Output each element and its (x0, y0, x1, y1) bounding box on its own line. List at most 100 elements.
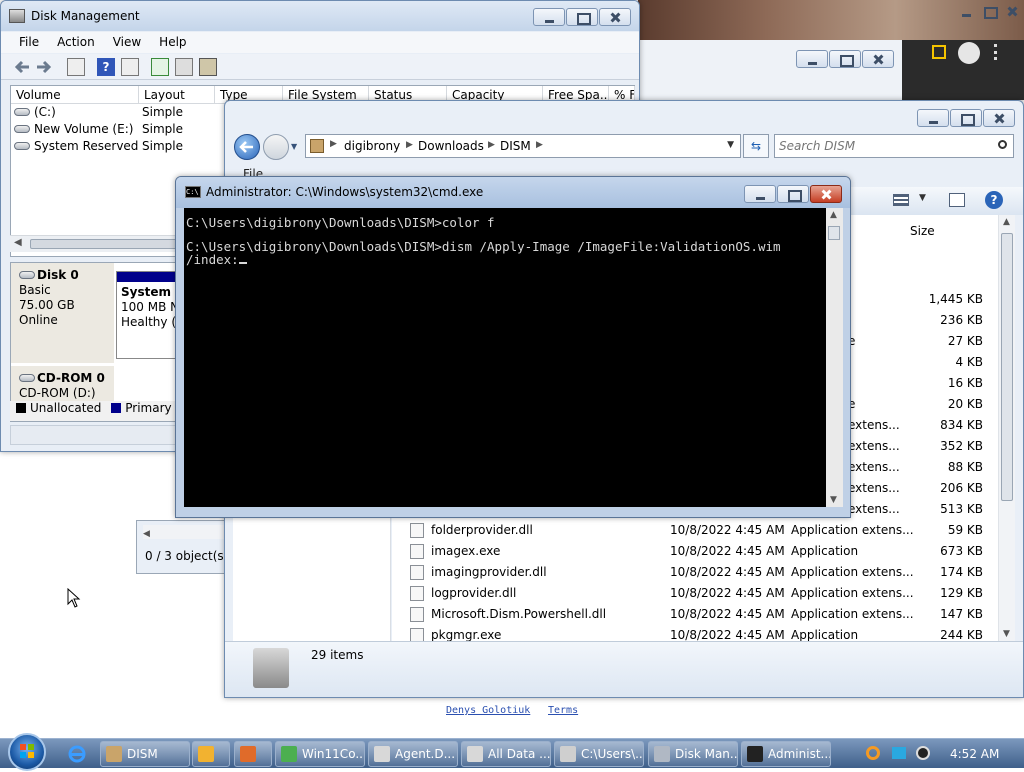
menu-help[interactable]: Help (159, 35, 186, 49)
minimize-button[interactable] (533, 8, 565, 26)
breadcrumb-separator-icon[interactable]: ▶ (536, 140, 543, 150)
cdrom-label[interactable]: CD-ROM 0 CD-ROM (D:) (11, 366, 114, 402)
list-item[interactable]: Microsoft.Dism.Powershell.dll 10/8/2022 4… (392, 604, 997, 625)
start-button[interactable] (8, 733, 46, 771)
view-dropdown-icon[interactable]: ▼ (919, 193, 926, 203)
scroll-left-icon[interactable]: ◀ (14, 237, 22, 248)
cmd-window[interactable]: C:\ Administrator: C:\Windows\system32\c… (175, 176, 851, 518)
search-box[interactable] (774, 134, 1014, 158)
terms-link[interactable]: Terms (548, 705, 578, 716)
taskbar-button[interactable]: All Data ... (461, 741, 551, 767)
table-row[interactable]: New Volume (E:) Simple (11, 122, 183, 139)
file-list-vertical-scrollbar[interactable]: ▲ ▼ (998, 215, 1015, 641)
taskbar-button-label: Win11Co... (302, 747, 365, 761)
taskbar-button[interactable] (234, 741, 272, 767)
refresh-icon[interactable] (151, 58, 169, 76)
profile-avatar-icon[interactable] (958, 42, 980, 64)
console-scrollbar[interactable]: ▲ ▼ (826, 208, 843, 507)
scrollbar-thumb[interactable] (828, 226, 840, 240)
taskbar-button[interactable]: Disk Man... (648, 741, 738, 767)
close-button[interactable] (599, 8, 631, 26)
browser-close-button[interactable] (996, 2, 1018, 20)
scroll-up-icon[interactable]: ▲ (830, 210, 837, 220)
menu-action[interactable]: Action (57, 35, 95, 49)
menu-view[interactable]: View (113, 35, 141, 49)
list-item[interactable]: logprovider.dll 10/8/2022 4:45 AM Applicat… (392, 583, 997, 604)
forward-button[interactable] (263, 134, 289, 160)
taskbar-button[interactable]: Agent.D... (368, 741, 458, 767)
help-icon[interactable]: ? (985, 191, 1003, 209)
author-link[interactable]: Denys Golotiuk (446, 705, 530, 716)
display-tray-icon[interactable] (892, 747, 906, 759)
browser-maximize-button[interactable] (973, 2, 998, 20)
breadcrumb-dism[interactable]: DISM (500, 139, 531, 153)
taskbar-button[interactable]: C:\Users\... (554, 741, 644, 767)
browser-menu-icon[interactable] (994, 44, 1004, 60)
taskbar-button[interactable]: Win11Co... (275, 741, 365, 767)
close-button[interactable] (862, 50, 894, 68)
maximize-button[interactable] (950, 109, 982, 127)
taskbar-button[interactable]: Administ... (741, 741, 831, 767)
forward-arrow-icon[interactable] (35, 58, 53, 76)
breadcrumb-digibrony[interactable]: digibrony (344, 139, 400, 153)
background-browser-window[interactable] (638, 0, 1024, 100)
list-item[interactable]: pkgmgr.exe 10/8/2022 4:45 AM Application 24… (392, 625, 997, 641)
column-header-volume[interactable]: Volume (11, 86, 139, 104)
show-hide-tree-icon[interactable] (67, 58, 85, 76)
maximize-button[interactable] (566, 8, 598, 26)
back-arrow-icon[interactable] (13, 58, 31, 76)
breadcrumb-downloads[interactable]: Downloads (418, 139, 484, 153)
table-row[interactable]: (C:) Simple (11, 105, 183, 122)
list-item[interactable]: imagingprovider.dll 10/8/2022 4:45 AM Appl… (392, 562, 997, 583)
close-button[interactable] (983, 109, 1015, 127)
search-tray-icon[interactable] (866, 746, 880, 760)
taskbar-button[interactable]: DISM (100, 741, 190, 767)
rescan-disks-icon[interactable] (175, 58, 193, 76)
minimize-button[interactable] (917, 109, 949, 127)
volume-tray-icon[interactable] (916, 746, 930, 760)
maximize-button[interactable] (829, 50, 861, 68)
address-bar[interactable]: ▶ digibrony ▶ Downloads ▶ DISM ▶ ▼ (305, 134, 741, 158)
properties-icon[interactable] (121, 58, 139, 76)
scroll-down-icon[interactable]: ▼ (1003, 629, 1010, 639)
minimize-button[interactable] (744, 185, 776, 203)
title-bar[interactable]: C:\ Administrator: C:\Windows\system32\c… (176, 177, 850, 208)
back-button[interactable] (234, 134, 260, 160)
refresh-icon[interactable]: ⇆ (743, 134, 769, 158)
recent-pages-chevron-icon[interactable]: ▼ (291, 142, 297, 151)
browser-minimize-button[interactable] (950, 2, 972, 20)
scroll-up-icon[interactable]: ▲ (1003, 217, 1010, 227)
scroll-down-icon[interactable]: ▼ (830, 495, 837, 505)
background-scrollbar[interactable]: ◀ (143, 525, 229, 539)
taskbar: DISM Win11Co... Agent.D... All Data ... C:\U… (0, 733, 1024, 771)
title-bar[interactable]: Disk Management (1, 1, 639, 31)
disk0-label[interactable]: Disk 0 Basic 75.00 GB Online (11, 263, 114, 363)
breadcrumb-separator-icon[interactable]: ▶ (488, 140, 495, 150)
list-item[interactable]: folderprovider.dll 10/8/2022 4:45 AM Appli… (392, 520, 997, 541)
taskbar-button[interactable] (192, 741, 230, 767)
address-dropdown-icon[interactable]: ▼ (727, 140, 734, 150)
table-row[interactable]: System Reserved Simple (11, 139, 183, 156)
breadcrumb-separator-icon[interactable]: ▶ (406, 140, 413, 150)
close-button[interactable] (810, 185, 842, 203)
extension-icon[interactable] (932, 45, 946, 59)
help-icon[interactable]: ? (97, 58, 115, 76)
menu-file[interactable]: File (19, 35, 39, 49)
column-header-size[interactable]: Size (910, 224, 935, 238)
scrollbar-thumb[interactable] (1001, 233, 1013, 501)
change-view-icon[interactable] (893, 194, 909, 206)
search-input[interactable] (777, 137, 987, 155)
preview-pane-icon[interactable] (949, 193, 965, 207)
export-list-icon[interactable] (199, 58, 217, 76)
list-item[interactable]: imagex.exe 10/8/2022 4:45 AM Application 67… (392, 541, 997, 562)
scrollbar-thumb[interactable] (30, 239, 190, 249)
maximize-button[interactable] (777, 185, 809, 203)
minimize-button[interactable] (796, 50, 828, 68)
search-icon[interactable] (998, 140, 1007, 149)
column-header-layout[interactable]: Layout (139, 86, 215, 104)
internet-explorer-icon[interactable] (66, 743, 88, 765)
clock[interactable]: 4:52 AM (950, 747, 999, 761)
console-output[interactable]: C:\Users\digibrony\Downloads\DISM>color … (184, 208, 826, 507)
text-cursor (238, 262, 247, 264)
taskbar-app-icon (560, 746, 576, 762)
